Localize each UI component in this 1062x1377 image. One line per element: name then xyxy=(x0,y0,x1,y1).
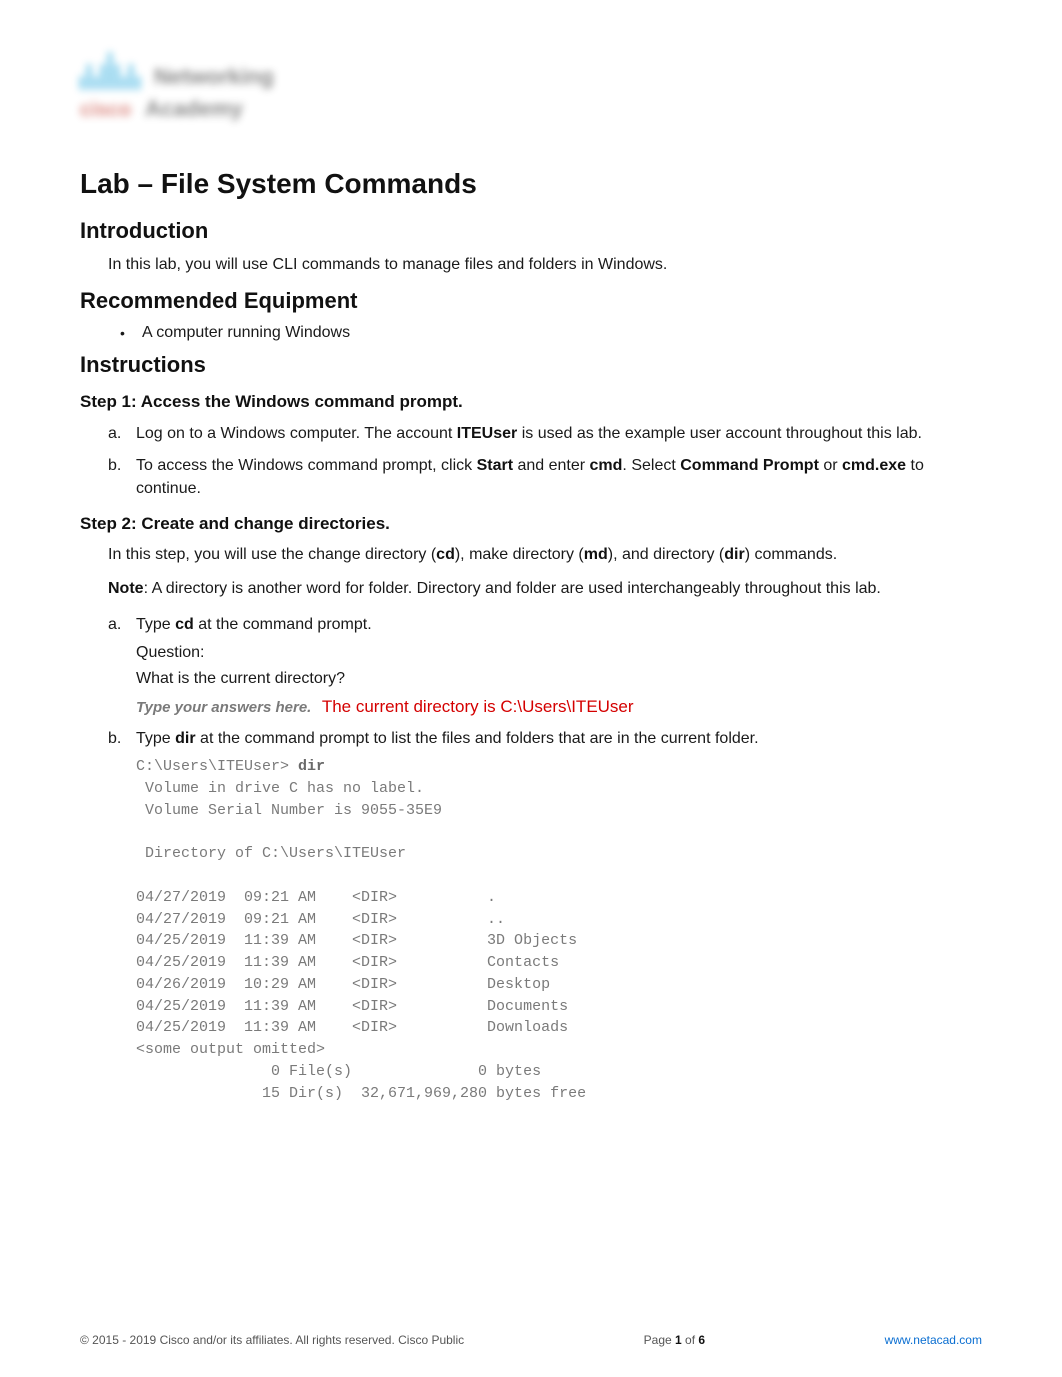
question-block: Question: What is the current directory?… xyxy=(136,642,982,719)
logo-text-line1: Networking xyxy=(154,64,274,90)
step2-a-pre: Type xyxy=(136,616,175,633)
step1-b-mid2: . Select xyxy=(622,457,680,474)
step1-b-pre: To access the Windows command prompt, cl… xyxy=(136,457,477,474)
answer-text: The current directory is C:\Users\ITEUse… xyxy=(322,697,634,716)
step2-intro-mid2: ), and directory ( xyxy=(608,546,724,563)
page: Networking cisco Academy Lab – File Syst… xyxy=(0,0,1062,1377)
introduction-body: In this lab, you will use CLI commands t… xyxy=(108,254,982,276)
list-marker: b. xyxy=(108,727,121,750)
answer-prompt: Type your answers here. xyxy=(136,699,311,716)
step2-intro-b3: dir xyxy=(724,546,744,563)
code-cmd: dir xyxy=(298,758,325,775)
code-block: C:\Users\ITEUser> dir Volume in drive C … xyxy=(136,756,982,1104)
step2-intro-b1: cd xyxy=(436,546,455,563)
footer-center-mid: of xyxy=(682,1333,699,1347)
code-line: Directory of C:\Users\ITEUser xyxy=(136,845,406,862)
question-text: What is the current directory? xyxy=(136,668,982,690)
footer: © 2015 - 2019 Cisco and/or its affiliate… xyxy=(80,1333,982,1347)
step2-list: a. Type cd at the command prompt. Questi… xyxy=(108,613,982,1105)
step1-b-bold2: cmd xyxy=(590,457,623,474)
code-line: 0 File(s) 0 bytes xyxy=(136,1063,541,1080)
code-line: 04/25/2019 11:39 AM <DIR> Downloads xyxy=(136,1019,568,1036)
step1-a-bold1: ITEUser xyxy=(457,425,517,442)
step2-intro: In this step, you will use the change di… xyxy=(108,544,982,566)
footer-page-current: 1 xyxy=(675,1333,682,1347)
step1-a-text-pre: Log on to a Windows computer. The accoun… xyxy=(136,425,457,442)
code-line: 15 Dir(s) 32,671,969,280 bytes free xyxy=(136,1085,586,1102)
step2-intro-b2: md xyxy=(584,546,608,563)
footer-link[interactable]: www.netacad.com xyxy=(885,1333,982,1347)
step2-heading: Step 2: Create and change directories. xyxy=(80,514,982,534)
footer-center-pre: Page xyxy=(644,1333,675,1347)
step1-heading: Step 1: Access the Windows command promp… xyxy=(80,392,982,412)
step2-note: Note: A directory is another word for fo… xyxy=(108,578,982,600)
step1-b-bold3: Command Prompt xyxy=(680,457,819,474)
step2-item-a: a. Type cd at the command prompt. Questi… xyxy=(108,613,982,719)
logo-area: Networking cisco Academy xyxy=(80,50,982,140)
code-line: 04/26/2019 10:29 AM <DIR> Desktop xyxy=(136,976,550,993)
step1-item-a: a. Log on to a Windows computer. The acc… xyxy=(108,422,982,445)
list-marker: b. xyxy=(108,454,121,477)
section-introduction-heading: Introduction xyxy=(80,218,982,244)
footer-center: Page 1 of 6 xyxy=(644,1333,705,1347)
code-line: 04/25/2019 11:39 AM <DIR> Contacts xyxy=(136,954,559,971)
logo-text-line2: Academy xyxy=(145,96,243,122)
list-marker: a. xyxy=(108,422,121,445)
step1-b-mid3: or xyxy=(819,457,842,474)
cisco-bars-icon xyxy=(80,50,140,90)
list-marker: a. xyxy=(108,613,121,636)
step2-note-body: : A directory is another word for folder… xyxy=(144,580,881,597)
step2-intro-post: ) commands. xyxy=(745,546,837,563)
step1-b-mid1: and enter xyxy=(513,457,590,474)
step1-b-bold1: Start xyxy=(477,457,513,474)
code-line: 04/27/2019 09:21 AM <DIR> . xyxy=(136,889,496,906)
step2-b-bold: dir xyxy=(175,730,195,747)
section-instructions-heading: Instructions xyxy=(80,352,982,378)
step2-a-post: at the command prompt. xyxy=(194,616,372,633)
code-line: 04/25/2019 11:39 AM <DIR> 3D Objects xyxy=(136,932,577,949)
code-line: Volume Serial Number is 9055-35E9 xyxy=(136,802,442,819)
step1-b-bold4: cmd.exe xyxy=(842,457,906,474)
code-line: Volume in drive C has no label. xyxy=(136,780,424,797)
step1-a-text-post: is used as the example user account thro… xyxy=(517,425,922,442)
answer-line: Type your answers here. The current dire… xyxy=(136,695,982,719)
step1-list: a. Log on to a Windows computer. The acc… xyxy=(108,422,982,500)
footer-left: © 2015 - 2019 Cisco and/or its affiliate… xyxy=(80,1333,464,1347)
question-label: Question: xyxy=(136,642,982,664)
logo-brand: cisco xyxy=(80,99,131,122)
step2-b-post: at the command prompt to list the files … xyxy=(196,730,759,747)
section-equipment-heading: Recommended Equipment xyxy=(80,288,982,314)
equipment-list: A computer running Windows xyxy=(108,324,982,342)
step2-item-b: b. Type dir at the command prompt to lis… xyxy=(108,727,982,1104)
step2-intro-pre: In this step, you will use the change di… xyxy=(108,546,436,563)
code-prompt: C:\Users\ITEUser> xyxy=(136,758,298,775)
step2-b-pre: Type xyxy=(136,730,175,747)
step1-item-b: b. To access the Windows command prompt,… xyxy=(108,454,982,500)
code-line: 04/25/2019 11:39 AM <DIR> Documents xyxy=(136,998,568,1015)
code-line: 04/27/2019 09:21 AM <DIR> .. xyxy=(136,911,505,928)
step2-intro-mid1: ), make directory ( xyxy=(455,546,584,563)
code-line: <some output omitted> xyxy=(136,1041,325,1058)
footer-page-total: 6 xyxy=(698,1333,705,1347)
step2-note-label: Note xyxy=(108,580,144,597)
page-title: Lab – File System Commands xyxy=(80,168,982,200)
equipment-item: A computer running Windows xyxy=(120,324,982,342)
step2-a-bold: cd xyxy=(175,616,194,633)
logo-image: Networking cisco Academy xyxy=(80,50,350,140)
